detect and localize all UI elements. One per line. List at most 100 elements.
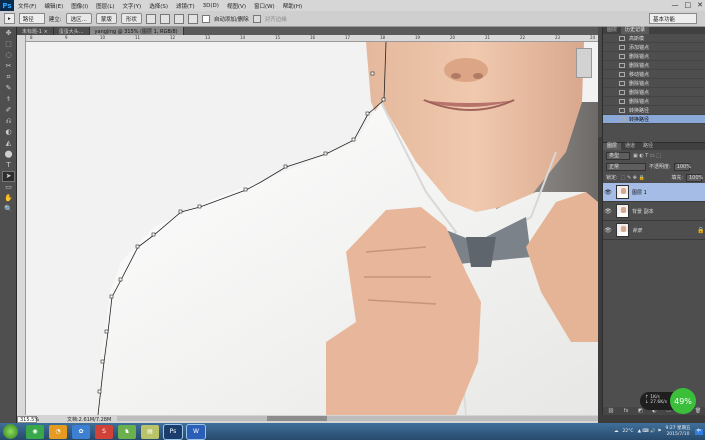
layer-name[interactable]: 背景 [632,227,697,234]
filter-icons[interactable]: ▣ ◐ T ▭ ⬚ [633,153,661,159]
menu-view[interactable]: 视图(V) [223,2,250,10]
visibility-eye-icon[interactable]: 👁 [603,189,613,196]
link-layers-icon[interactable]: ⛓ [608,408,614,414]
tool-gradient-icon[interactable]: ◭ [3,139,14,148]
make-selection-button[interactable]: 选区... [65,13,92,24]
layer-name[interactable]: 图层 1 [632,189,697,196]
opacity-input[interactable]: 100% [673,162,691,171]
tool-clone-icon[interactable]: ✐ [3,106,14,115]
tool-lasso-icon[interactable]: ◌ [3,51,14,60]
tool-marquee-icon[interactable]: ⬚ [3,40,14,49]
menu-type[interactable]: 文字(Y) [119,2,146,10]
taskbar-app-icon[interactable]: ♞ [118,424,136,439]
ruler-horizontal[interactable]: 8 9 10 11 12 13 14 15 16 17 18 19 20 21 22 23 24 [26,35,598,42]
layer-row[interactable]: 👁 背景 🔒 [603,221,705,240]
taskbar-app-icon[interactable]: S [95,424,113,439]
gear-icon[interactable] [187,13,198,24]
tool-zoom-icon[interactable]: 🔍 [3,205,14,214]
menu-filter[interactable]: 滤镜(T) [172,2,199,10]
taskbar-app-icon[interactable]: ◉ [26,424,44,439]
network-monitor-widget[interactable]: ↑ 1K/s ↓ 27.6K/s 49% [640,388,696,414]
layer-row[interactable]: 👁 图层 1 [603,183,705,202]
make-mask-button[interactable]: 蒙版 [95,13,117,24]
horizontal-scrollbar[interactable] [117,416,598,421]
history-item[interactable]: 移动锚点 [603,70,705,79]
tab-paths[interactable]: 路径 [639,143,657,150]
start-button[interactable] [3,424,18,439]
auto-add-delete-checkbox[interactable] [201,14,210,23]
blend-mode-select[interactable]: 正常 [606,162,646,171]
visibility-eye-icon[interactable]: 👁 [603,208,613,215]
maximize-button[interactable]: □ [685,1,692,9]
history-item[interactable]: 删除锚点 [603,52,705,61]
align-edges-checkbox[interactable] [252,14,261,23]
horizontal-scroll-thumb[interactable] [267,416,327,421]
pen-mode-select[interactable]: 路径 [18,13,45,24]
taskbar-app-icon[interactable]: ▤ [141,424,159,439]
tool-shape-icon[interactable]: ▭ [3,183,14,192]
menu-select[interactable]: 选择(S) [145,2,172,10]
document-info[interactable]: 文档:2.61M/7.28M [37,416,111,423]
make-shape-button[interactable]: 形状 [120,13,142,24]
fx-icon[interactable]: fx [624,408,629,414]
menu-help[interactable]: 帮助(H) [279,2,306,10]
tab-history[interactable]: 历史记录 [621,27,650,34]
taskbar-app-icon[interactable]: Ps [163,423,183,440]
menu-edit[interactable]: 编辑(E) [40,2,67,10]
history-item[interactable]: 删除锚点 [603,97,705,106]
history-item[interactable]: 高斯模 [603,34,705,43]
history-item[interactable]: 删除锚点 [603,61,705,70]
taskbar-app-icon[interactable]: ◔ [49,424,67,439]
fill-input[interactable]: 100% [686,173,703,182]
path-arrangement-icon[interactable] [173,13,184,24]
taskbar-app-icon[interactable]: W [186,423,206,440]
menu-file[interactable]: 文件(F) [14,2,40,10]
canvas-nav-widget[interactable] [576,48,592,78]
taskbar-app-icon[interactable]: ✿ [72,424,90,439]
layer-name[interactable]: 背景 副本 [632,208,697,215]
tool-preset-picker[interactable]: ▸ [4,13,15,24]
tab-yangjing[interactable]: yangjing @ 315% (图层 1, RGB/8) [89,27,184,35]
close-button[interactable]: ✕ [697,1,703,9]
menu-layer[interactable]: 图层(L) [92,2,118,10]
tool-history-brush-icon[interactable]: ⎌ [3,117,14,126]
clock[interactable]: 9:27 星期五 2015/7/10 [665,426,690,437]
tab-layers-mini[interactable]: 图层 [603,27,621,34]
layer-row[interactable]: 👁 背景 副本 [603,202,705,221]
path-alignment-icon[interactable] [159,13,170,24]
tool-eraser-icon[interactable]: ◐ [3,128,14,137]
tool-move-icon[interactable]: ✥ [3,29,14,38]
history-item[interactable]: 删除锚点 [603,79,705,88]
tool-spot-heal-icon[interactable]: ✎ [3,84,14,93]
layer-filter-select[interactable]: 类型 [606,151,630,160]
zoom-field[interactable]: 315.5% [17,415,39,423]
menu-window[interactable]: 窗口(W) [250,2,279,10]
workspace-select[interactable]: 基本功能 [649,13,697,24]
tab-untitled[interactable]: 未标题-1 × [17,27,54,35]
tool-path-select-icon[interactable]: ➤ [2,171,15,182]
visibility-eye-icon[interactable]: 👁 [603,227,613,234]
history-item[interactable]: 转换路径 [603,115,705,124]
tab-layers[interactable]: 图层 [603,143,622,150]
tray-icons[interactable]: ▲ ⌨ 🔊 ⚑ [638,429,662,434]
menu-3d[interactable]: 3D(D) [199,3,223,9]
tool-type-icon[interactable]: T [3,161,14,170]
history-item[interactable]: 删除锚点 [603,88,705,97]
menu-image[interactable]: 图像(I) [67,2,92,10]
history-item[interactable]: 添加锚点 [603,43,705,52]
lock-icons[interactable]: ⬚ ✎ ✥ 🔒 [621,175,645,181]
tab-channels[interactable]: 通道 [621,143,639,150]
weather-icon[interactable]: ☁ [614,429,619,434]
history-item[interactable]: 转换路径 [603,106,705,115]
tool-eyedropper-icon[interactable]: ⌗ [3,73,14,82]
tab-head[interactable]: 蛋蛋大头... [53,27,90,35]
tool-hand-icon[interactable]: ✋ [3,194,14,203]
language-indicator[interactable]: 中 [694,428,703,435]
minimize-button[interactable]: — [672,1,679,9]
tool-dodge-icon[interactable]: ⬤ [3,150,14,159]
ruler-vertical[interactable] [17,35,26,415]
tool-brush-icon[interactable]: ⚕ [3,95,14,104]
tool-crop-icon[interactable]: ✂ [3,62,14,71]
path-operations-icon[interactable] [145,13,156,24]
document-canvas[interactable] [26,42,598,415]
